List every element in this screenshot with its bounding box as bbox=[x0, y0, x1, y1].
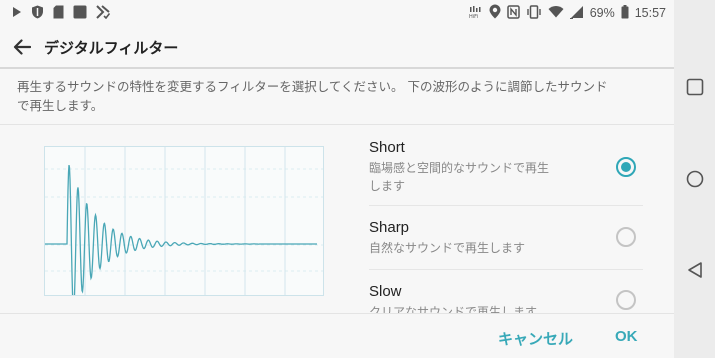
battery-percent: 69% bbox=[589, 6, 615, 20]
option-short-label: Short bbox=[369, 139, 405, 156]
radio-short[interactable] bbox=[616, 157, 636, 177]
shield-icon bbox=[31, 5, 44, 22]
cell-signal-icon bbox=[569, 5, 584, 22]
navigation-bar bbox=[674, 0, 715, 358]
option-sharp[interactable]: Sharp 自然なサウンドで再生します bbox=[369, 219, 649, 257]
waveform-line bbox=[45, 164, 317, 312]
vibrate-icon bbox=[526, 4, 542, 22]
dialog-footer: キャンセル OK bbox=[0, 313, 674, 358]
back-arrow-icon[interactable] bbox=[10, 35, 34, 59]
battery-icon bbox=[621, 4, 629, 22]
home-icon[interactable] bbox=[674, 159, 715, 199]
option-slow-desc: クリアなサウンドで再生します bbox=[369, 305, 538, 313]
back-icon[interactable] bbox=[674, 250, 715, 290]
square-icon bbox=[73, 5, 87, 22]
option-short[interactable]: Short 臨場感と空間的なサウンドで再生します bbox=[369, 139, 649, 195]
filter-content[interactable]: Short 臨場感と空間的なサウンドで再生します Sharp 自然なサウンドで再… bbox=[0, 125, 674, 313]
waveform-graph bbox=[45, 147, 323, 312]
ok-button[interactable]: OK bbox=[615, 328, 638, 345]
option-divider bbox=[369, 269, 643, 270]
svg-text:HiFi: HiFi bbox=[469, 14, 478, 19]
signal-check-icon bbox=[96, 4, 111, 22]
nfc-icon bbox=[506, 4, 520, 22]
description-text: 再生するサウンドの特性を変更するフィルターを選択してください。 下の波形のように… bbox=[17, 79, 608, 113]
location-icon bbox=[489, 4, 501, 22]
waveform-preview bbox=[44, 146, 324, 312]
app-bar-divider bbox=[0, 67, 674, 69]
status-bar: HiFi 69% 15:57 bbox=[0, 0, 674, 26]
option-divider bbox=[369, 205, 643, 206]
play-icon bbox=[12, 6, 22, 21]
clock: 15:57 bbox=[634, 6, 666, 20]
app-bar: デジタルフィルター bbox=[0, 26, 674, 68]
radio-sharp[interactable] bbox=[616, 227, 636, 247]
recent-apps-icon[interactable] bbox=[674, 67, 715, 107]
wifi-icon bbox=[548, 5, 564, 21]
cancel-button[interactable]: キャンセル bbox=[498, 328, 573, 349]
radio-slow[interactable] bbox=[616, 290, 636, 310]
option-sharp-desc: 自然なサウンドで再生します bbox=[369, 241, 526, 255]
page-title: デジタルフィルター bbox=[44, 39, 179, 57]
hifi-icon: HiFi bbox=[469, 5, 483, 22]
option-short-desc: 臨場感と空間的なサウンドで再生します bbox=[369, 161, 550, 193]
option-slow[interactable]: Slow クリアなサウンドで再生します bbox=[369, 283, 649, 313]
sd-card-icon bbox=[53, 5, 64, 22]
option-sharp-label: Sharp bbox=[369, 219, 410, 236]
phone-screen: HiFi 69% 15:57 デジタルフィルター 再生するサウンドの特性を変更す… bbox=[0, 0, 674, 358]
option-slow-label: Slow bbox=[369, 283, 402, 300]
